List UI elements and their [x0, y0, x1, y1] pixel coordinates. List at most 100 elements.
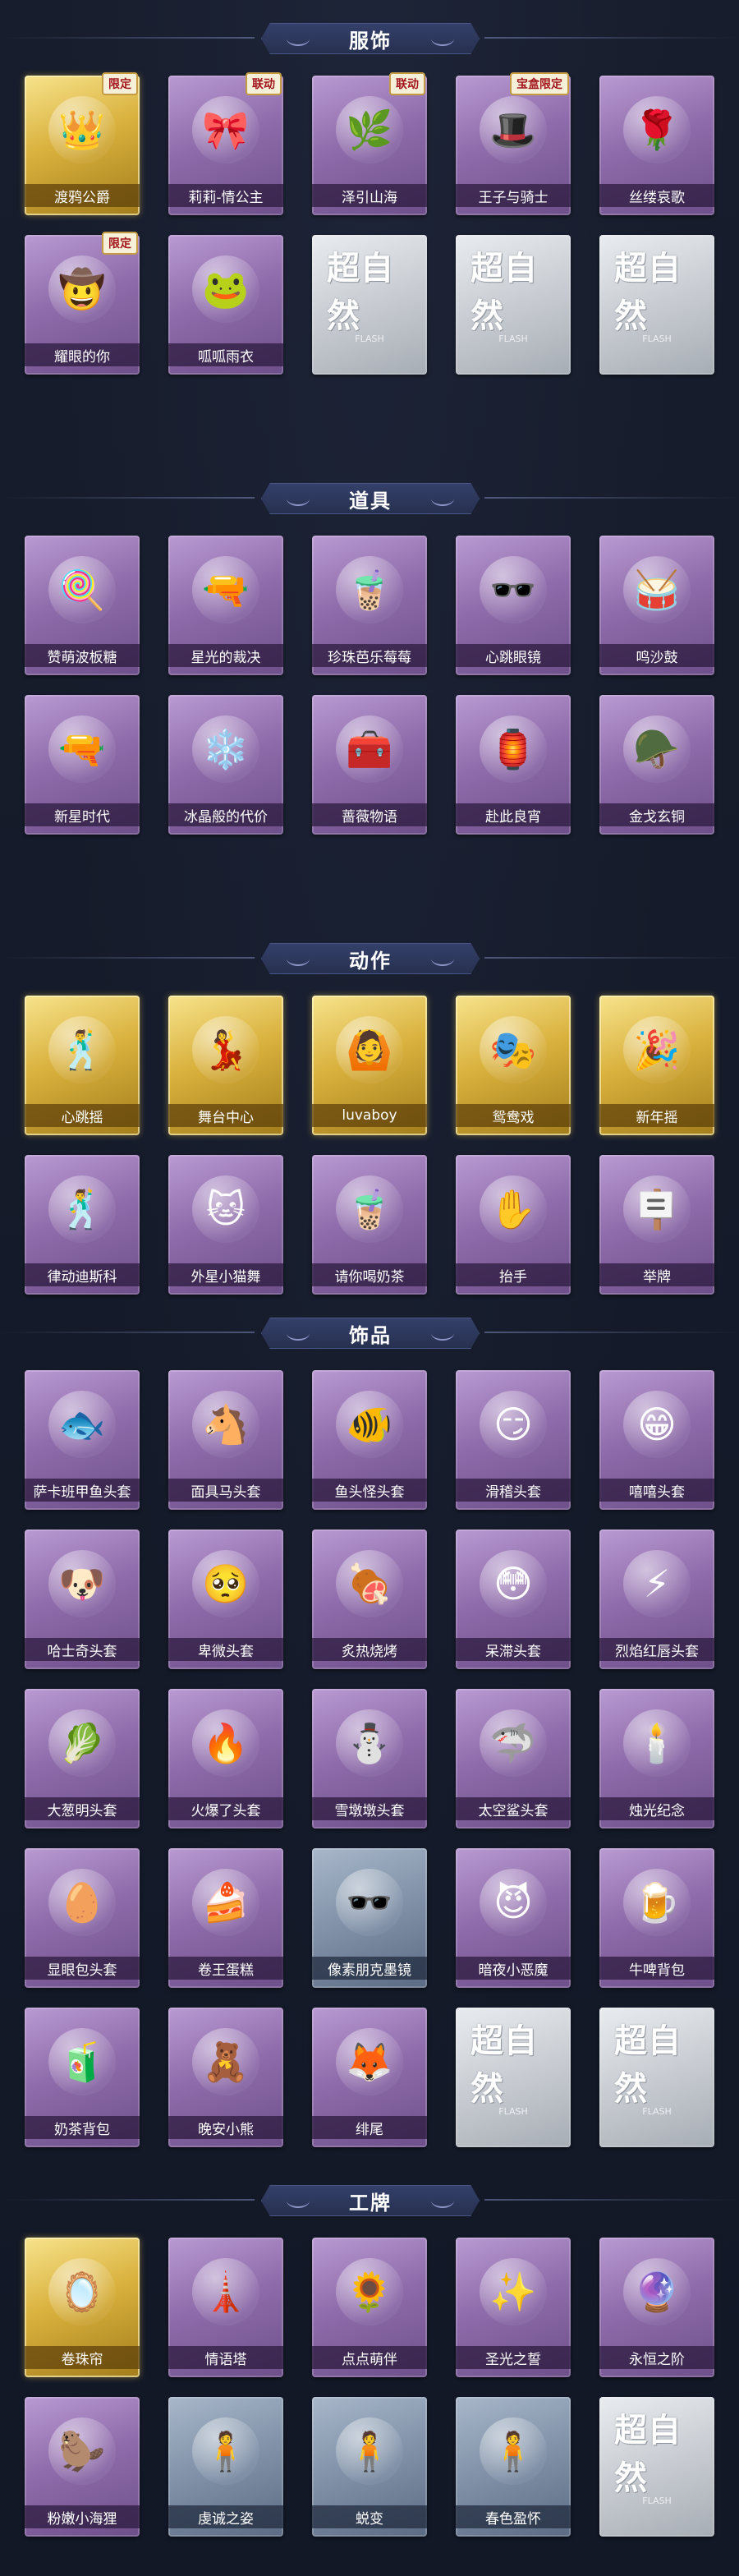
item-card[interactable]: 🐸 呱呱雨衣 [168, 235, 283, 375]
item-card[interactable]: 💃 舞台中心 [168, 996, 283, 1135]
item-card[interactable]: 🧸 晚安小熊 [168, 2008, 283, 2147]
item-icon: ❄️ [192, 715, 259, 783]
item-card[interactable]: 🦊 绯尾 [312, 2008, 427, 2147]
item-art: 😏 [470, 1382, 556, 1467]
item-label: 鸳鸯戏 [456, 1104, 571, 1127]
item-grid: 🪞 卷珠帘 🗼 情语塔 🌻 点点萌伴 ✨ 圣光之誓 🔮 永恒之阶 🦫 粉嫩小海狸 🧍 虔诚之姿 🧍 蜕变 🧍 春色… [0, 2238, 739, 2556]
item-card[interactable]: 🌻 点点萌伴 [312, 2238, 427, 2377]
item-card[interactable]: 😁 嘻嘻头套 [599, 1370, 714, 1510]
ornament-icon [287, 1326, 310, 1341]
item-card[interactable]: 🔮 永恒之阶 [599, 2238, 714, 2377]
item-card[interactable]: 超自然 FLASH [599, 2008, 714, 2147]
item-card[interactable]: 🍺 牛啤背包 [599, 1848, 714, 1988]
item-card[interactable]: 🕺 律动迪斯科 [25, 1155, 140, 1295]
item-card[interactable]: 🎩 宝盒限定 王子与骑士 [456, 72, 571, 215]
item-card[interactable]: 🪧 举牌 [599, 1155, 714, 1295]
item-card[interactable]: 🏮 赴此良宵 [456, 695, 571, 835]
item-art: 🙆 [327, 1007, 412, 1092]
section-header: 道具 [0, 472, 739, 524]
item-card[interactable]: 超自然 FLASH [312, 235, 427, 375]
item-card[interactable]: 😈 暗夜小恶魔 [456, 1848, 571, 1988]
section-header: 服饰 [0, 12, 739, 64]
item-card[interactable]: 🐟 萨卡班甲鱼头套 [25, 1370, 140, 1510]
item-card[interactable]: 🧍 虔诚之姿 [168, 2397, 283, 2537]
placeholder-logo: 超自然 [470, 250, 538, 335]
item-card[interactable]: 🌹 丝缕哀歌 [599, 76, 714, 215]
item-card[interactable]: 🧃 奶茶背包 [25, 2008, 140, 2147]
item-card[interactable]: ⚡ 烈焰红唇头套 [599, 1530, 714, 1669]
item-card[interactable]: 🐱 外星小猫舞 [168, 1155, 283, 1295]
ornament-icon [431, 491, 454, 506]
item-card[interactable]: 🧍 春色盈怀 [456, 2397, 571, 2537]
item-card[interactable]: 🤠 限定 耀眼的你 [25, 232, 140, 375]
item-card[interactable]: 🪞 卷珠帘 [25, 2238, 140, 2377]
item-art: 🌿 [327, 87, 412, 172]
item-card[interactable]: 🪖 金戈玄铜 [599, 695, 714, 835]
item-card[interactable]: 👑 限定 渡鸦公爵 [25, 72, 140, 215]
item-card[interactable]: 😳 呆滞头套 [456, 1530, 571, 1669]
item-card[interactable]: 🧋 珍珠芭乐莓莓 [312, 536, 427, 675]
item-card[interactable]: 🍖 炙热烧烤 [312, 1530, 427, 1669]
item-art: 🐱 [183, 1166, 269, 1252]
item-label: 举牌 [599, 1263, 714, 1286]
item-card[interactable]: 🎀 联动 莉莉-情公主 [168, 72, 283, 215]
item-card[interactable]: 🔫 新星时代 [25, 695, 140, 835]
item-label: 烈焰红唇头套 [599, 1638, 714, 1661]
item-card[interactable]: 🥚 显眼包头套 [25, 1848, 140, 1988]
item-label: 粉嫩小海狸 [25, 2505, 140, 2528]
item-card[interactable]: 🙆 luvaboy [312, 996, 427, 1135]
section-banner: 服饰 [261, 23, 480, 54]
item-card[interactable]: 🐶 哈士奇头套 [25, 1530, 140, 1669]
section-1: 道具 🍭 赞萌波板糖 🔫 星光的裁决 🧋 珍珠芭乐莓莓 🕶️ 心跳眼镜 🥁 鸣沙鼓 🔫 新星时代 ❄️ 冰晶… [0, 472, 739, 854]
item-card[interactable]: 🥁 鸣沙鼓 [599, 536, 714, 675]
item-card[interactable]: 超自然 FLASH [599, 2397, 714, 2537]
section-4: 工牌 🪞 卷珠帘 🗼 情语塔 🌻 点点萌伴 ✨ 圣光之誓 🔮 永恒之阶 🦫 粉嫩小海狸 🧍 虔诚之姿 🧍 蜕变 🧍… [0, 2174, 739, 2556]
item-card[interactable]: 🎉 新年摇 [599, 996, 714, 1135]
item-card[interactable]: 🗼 情语塔 [168, 2238, 283, 2377]
limited-badge: 宝盒限定 [510, 72, 569, 95]
item-card[interactable]: 🔥 火爆了头套 [168, 1689, 283, 1828]
item-card[interactable]: 🐴 面具马头套 [168, 1370, 283, 1510]
item-card[interactable]: 🧍 蜕变 [312, 2397, 427, 2537]
item-art: 🥚 [39, 1860, 125, 1945]
item-card[interactable]: ✨ 圣光之誓 [456, 2238, 571, 2377]
item-card[interactable]: 🍭 赞萌波板糖 [25, 536, 140, 675]
item-card[interactable]: 🥬 大葱明头套 [25, 1689, 140, 1828]
item-card[interactable]: 🥺 卑微头套 [168, 1530, 283, 1669]
item-label: 抬手 [456, 1263, 571, 1286]
item-card[interactable]: 🕶️ 心跳眼镜 [456, 536, 571, 675]
item-card[interactable]: 🦫 粉嫩小海狸 [25, 2397, 140, 2537]
item-label: 赞萌波板糖 [25, 644, 140, 667]
section-banner: 动作 [261, 943, 480, 974]
item-card[interactable]: 🎭 鸳鸯戏 [456, 996, 571, 1135]
item-card[interactable]: 超自然 FLASH [599, 235, 714, 375]
item-card[interactable]: 超自然 FLASH [456, 2008, 571, 2147]
item-card[interactable]: 🧰 蔷薇物语 [312, 695, 427, 835]
item-card[interactable]: 🧋 请你喝奶茶 [312, 1155, 427, 1295]
item-label: 萨卡班甲鱼头套 [25, 1479, 140, 1502]
divider-left [0, 957, 255, 959]
item-label: 冰晶般的代价 [168, 803, 283, 826]
item-card[interactable]: 🔫 星光的裁决 [168, 536, 283, 675]
limited-badge: 联动 [246, 72, 282, 95]
item-label: 面具马头套 [168, 1479, 283, 1502]
divider-right [484, 2199, 739, 2201]
item-label: 赴此良宵 [456, 803, 571, 826]
section-banner: 道具 [261, 483, 480, 514]
item-card[interactable]: 🐠 鱼头怪头套 [312, 1370, 427, 1510]
item-card[interactable]: ⛄ 雪墩墩头套 [312, 1689, 427, 1828]
item-card[interactable]: 🕯️ 烛光纪念 [599, 1689, 714, 1828]
item-card[interactable]: 超自然 FLASH [456, 235, 571, 375]
section-banner: 饰品 [261, 1318, 480, 1349]
item-card[interactable]: ✋ 抬手 [456, 1155, 571, 1295]
item-card[interactable]: 🕶️ 像素朋克墨镜 [312, 1848, 427, 1988]
item-card[interactable]: ❄️ 冰晶般的代价 [168, 695, 283, 835]
item-art: 🕶️ [470, 547, 556, 632]
item-label: 律动迪斯科 [25, 1263, 140, 1286]
item-card[interactable]: 🌿 联动 泽引山海 [312, 72, 427, 215]
item-card[interactable]: 🍰 卷王蛋糕 [168, 1848, 283, 1988]
item-card[interactable]: 🦈 太空鲨头套 [456, 1689, 571, 1828]
item-art: 🦫 [39, 2408, 125, 2494]
item-card[interactable]: 🕺 心跳摇 [25, 996, 140, 1135]
item-card[interactable]: 😏 滑稽头套 [456, 1370, 571, 1510]
